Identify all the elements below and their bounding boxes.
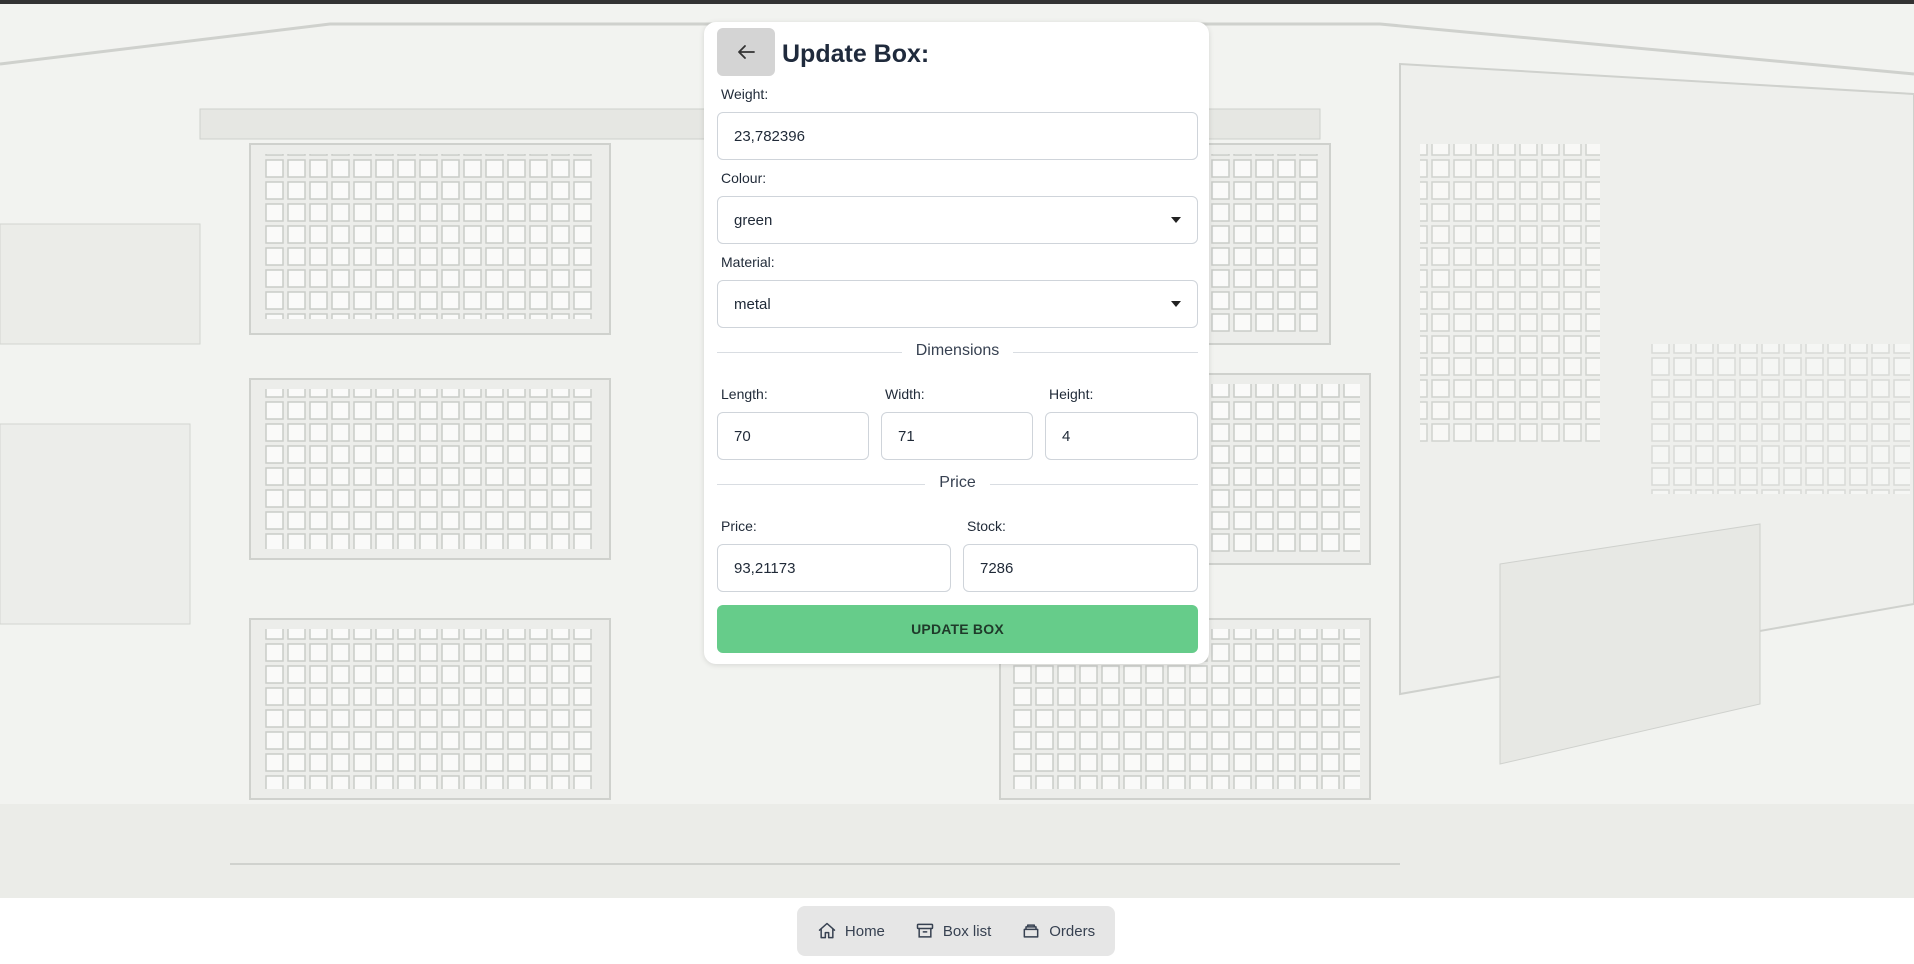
nav-item-box-list-label: Box list xyxy=(942,922,992,940)
colour-value: green xyxy=(734,211,773,229)
weight-label: Weight: xyxy=(721,86,769,102)
arrow-left-icon xyxy=(738,45,755,59)
dimensions-heading: Dimensions xyxy=(901,342,1014,359)
update-box-button[interactable]: UPDATE BOX xyxy=(717,605,1198,653)
dimensions-divider: Dimensions xyxy=(717,342,1198,362)
stock-label: Stock: xyxy=(967,518,1006,534)
material-select[interactable]: metal xyxy=(717,280,1198,328)
width-label: Width: xyxy=(885,386,925,402)
caret-down-icon xyxy=(1171,301,1181,307)
update-box-card: Update Box: Weight: 23,782396 Colour: gr… xyxy=(704,22,1209,664)
length-field[interactable]: 70 xyxy=(717,412,869,460)
orders-icon xyxy=(1023,924,1039,938)
length-label: Length: xyxy=(721,386,768,402)
bottom-navigation: Home Box list Orders xyxy=(797,906,1115,956)
weight-value: 23,782396 xyxy=(734,127,805,145)
price-divider: Price xyxy=(717,474,1198,494)
stock-field[interactable]: 7286 xyxy=(963,544,1198,592)
height-field[interactable]: 4 xyxy=(1045,412,1198,460)
material-label: Material: xyxy=(721,254,775,270)
stock-value: 7286 xyxy=(980,559,1014,577)
page-title: Update Box: xyxy=(782,40,930,68)
material-value: metal xyxy=(734,295,771,313)
width-field[interactable]: 71 xyxy=(881,412,1033,460)
nav-item-home-label: Home xyxy=(844,922,885,940)
width-value: 71 xyxy=(898,427,915,445)
nav-item-orders[interactable]: Orders xyxy=(1013,915,1103,947)
price-field[interactable]: 93,21173 xyxy=(717,544,951,592)
nav-item-box-list[interactable]: Box list xyxy=(907,915,999,947)
colour-select[interactable]: green xyxy=(717,196,1198,244)
back-button[interactable] xyxy=(717,28,775,76)
price-heading: Price xyxy=(925,474,990,491)
price-value: 93,21173 xyxy=(734,559,796,577)
archive-box-icon xyxy=(916,923,934,938)
price-label: Price: xyxy=(721,518,757,534)
nav-item-orders-label: Orders xyxy=(1049,922,1096,940)
colour-label: Colour: xyxy=(721,170,767,186)
length-value: 70 xyxy=(734,427,751,445)
nav-item-home[interactable]: Home xyxy=(809,915,893,947)
caret-down-icon xyxy=(1171,217,1181,223)
weight-field[interactable]: 23,782396 xyxy=(717,112,1198,160)
home-icon xyxy=(818,922,836,939)
height-label: Height: xyxy=(1049,386,1094,402)
height-value: 4 xyxy=(1062,427,1071,445)
